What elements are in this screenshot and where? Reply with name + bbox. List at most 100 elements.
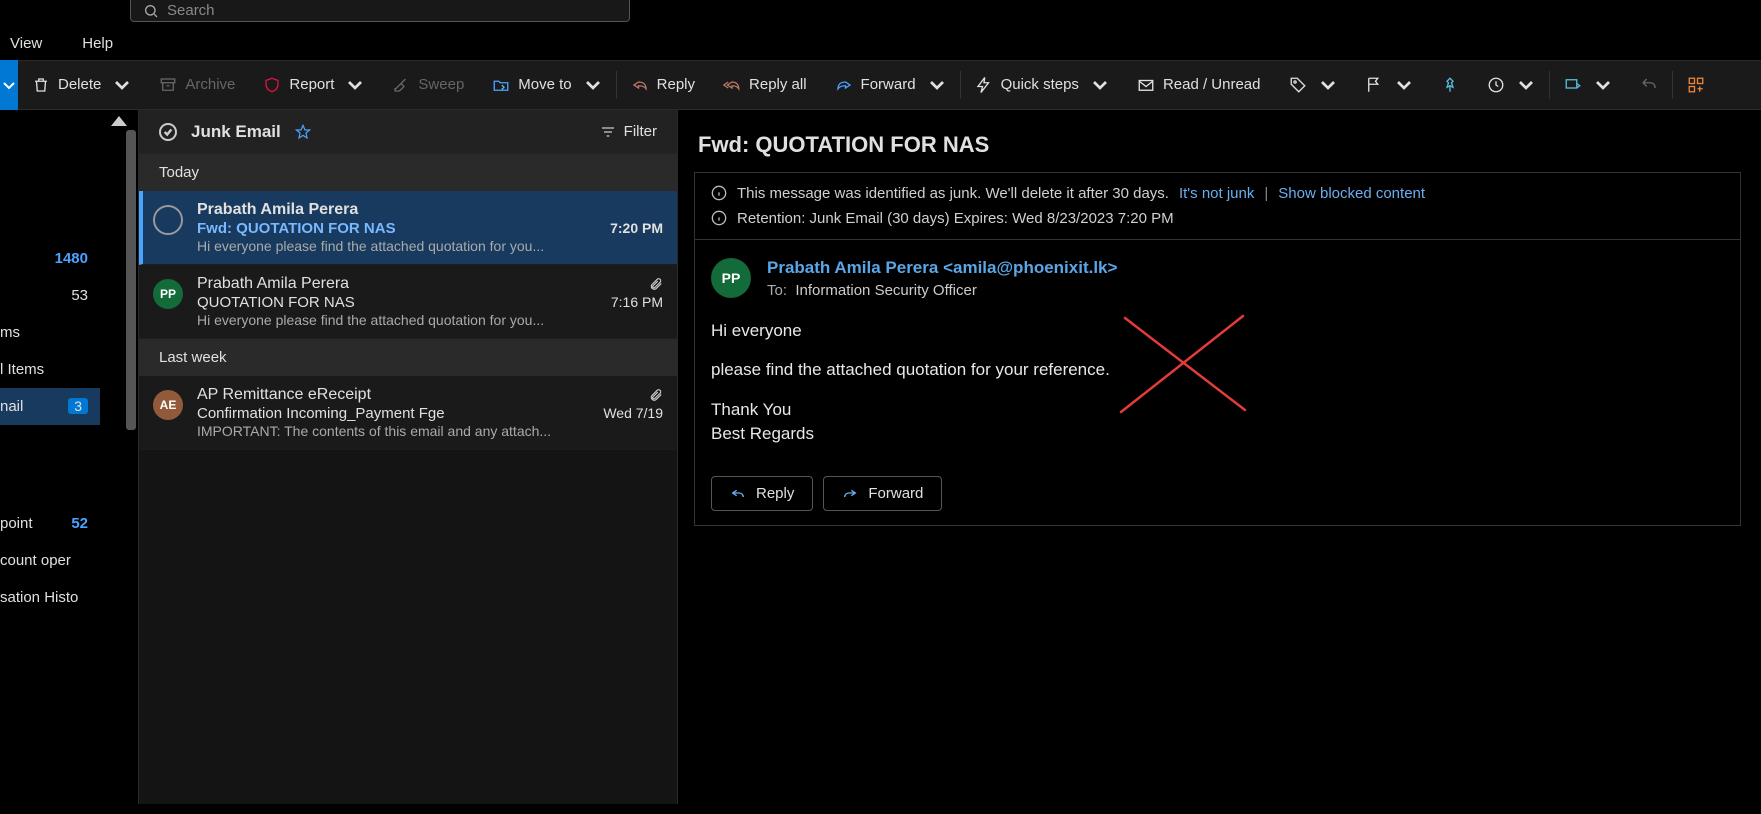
message-card: PP Prabath Amila Perera <amila@phoenixit… — [694, 240, 1741, 526]
info-banner: This message was identified as junk. We'… — [694, 172, 1741, 240]
info-icon — [711, 185, 727, 201]
sweep-icon — [392, 76, 410, 94]
read-unread-button[interactable]: Read / Unread — [1123, 60, 1275, 110]
subject: Fwd: QUOTATION FOR NAS — [197, 220, 396, 237]
menu-view[interactable]: View — [10, 35, 42, 52]
list-header: Junk Email Filter — [139, 110, 677, 154]
menu-help[interactable]: Help — [82, 35, 113, 52]
group-header: Today — [139, 154, 677, 191]
message-item[interactable]: PP Prabath Amila Perera QUOTATION FOR NA… — [139, 265, 677, 339]
rules-button[interactable] — [1550, 60, 1626, 110]
rules-icon — [1564, 76, 1582, 94]
chevron-down-icon — [928, 76, 946, 94]
time: 7:16 PM — [611, 294, 663, 310]
group-header: Last week — [139, 339, 677, 376]
chevron-down-icon — [1091, 76, 1109, 94]
message-body: Hi everyone please find the attached quo… — [711, 319, 1724, 446]
nav-item-inbox[interactable]: 1480 — [0, 240, 100, 277]
bolt-icon — [975, 76, 993, 94]
collapse-up-icon[interactable] — [111, 116, 127, 126]
chevron-down-icon — [1319, 76, 1337, 94]
menubar: View Help — [0, 27, 1761, 60]
message-list: Junk Email Filter Today Prabath Amila Pe… — [138, 110, 678, 804]
nav-item-6[interactable]: point52 — [0, 505, 100, 542]
nav-item-2[interactable]: ms — [0, 314, 100, 351]
delete-button[interactable]: Delete — [18, 60, 145, 110]
forward-button[interactable]: Forward — [821, 60, 960, 110]
tag-icon — [1289, 76, 1307, 94]
sender: Prabath Amila Perera — [197, 201, 358, 219]
chevron-down-icon — [1395, 76, 1413, 94]
apps-button[interactable] — [1673, 60, 1719, 110]
snooze-button[interactable] — [1473, 60, 1549, 110]
forward-icon — [842, 485, 858, 501]
folder-move-icon — [492, 76, 510, 94]
flag-button[interactable] — [1351, 60, 1427, 110]
chevron-down-icon — [346, 76, 364, 94]
message-item[interactable]: AE AP Remittance eReceipt Confirmation I… — [139, 376, 677, 450]
tag-button[interactable] — [1275, 60, 1351, 110]
avatar: PP — [153, 279, 183, 309]
pin-icon — [1441, 76, 1459, 94]
clock-icon — [1487, 76, 1505, 94]
apps-icon — [1687, 76, 1705, 94]
pin-button[interactable] — [1427, 60, 1473, 110]
forward-action-button[interactable]: Forward — [823, 476, 942, 511]
reply-icon — [730, 485, 746, 501]
nav-item-3[interactable]: l Items — [0, 351, 100, 388]
to-line: To: Information Security Officer — [767, 282, 1117, 299]
toolbar-expand[interactable] — [0, 60, 18, 110]
info-icon — [711, 210, 727, 226]
flag-icon — [1365, 76, 1383, 94]
subject: QUOTATION FOR NAS — [197, 294, 355, 311]
chevron-down-icon — [113, 76, 131, 94]
sender: AP Remittance eReceipt — [197, 386, 371, 404]
move-to-button[interactable]: Move to — [478, 60, 615, 110]
envelope-icon — [1137, 76, 1155, 94]
show-blocked-link[interactable]: Show blocked content — [1278, 185, 1425, 202]
attachment-icon — [649, 277, 663, 291]
from-line: Prabath Amila Perera <amila@phoenixit.lk… — [767, 258, 1117, 278]
scrollbar[interactable] — [126, 130, 136, 430]
search-input[interactable]: Search — [130, 0, 630, 22]
nav-item-1[interactable]: 53 — [0, 277, 100, 314]
not-junk-link[interactable]: It's not junk — [1179, 185, 1254, 202]
sender: Prabath Amila Perera — [197, 275, 349, 293]
reply-action-button[interactable]: Reply — [711, 476, 813, 511]
star-icon[interactable] — [295, 124, 311, 140]
sweep-button[interactable]: Sweep — [378, 60, 478, 110]
folder-title: Junk Email — [191, 122, 281, 142]
message-title: Fwd: QUOTATION FOR NAS — [698, 132, 1741, 158]
reply-icon — [631, 76, 649, 94]
search-icon — [143, 3, 159, 19]
preview: Hi everyone please find the attached quo… — [197, 238, 663, 254]
subject: Confirmation Incoming_Payment Fge — [197, 405, 445, 422]
nav-item-junk[interactable]: nail3 — [0, 388, 100, 425]
quick-steps-button[interactable]: Quick steps — [961, 60, 1123, 110]
sender-avatar: PP — [711, 258, 751, 298]
reply-button[interactable]: Reply — [617, 60, 709, 110]
archive-button[interactable]: Archive — [145, 60, 249, 110]
reply-all-button[interactable]: Reply all — [709, 60, 821, 110]
chevron-down-icon — [1517, 76, 1535, 94]
reply-all-icon — [723, 76, 741, 94]
toolbar: Delete Archive Report Sweep Move to Repl… — [0, 60, 1761, 110]
archive-icon — [159, 76, 177, 94]
chevron-down-icon — [584, 76, 602, 94]
report-button[interactable]: Report — [249, 60, 378, 110]
filter-icon — [600, 124, 616, 140]
select-all-checkbox[interactable] — [159, 123, 177, 141]
nav-item-7[interactable]: count oper — [0, 542, 100, 579]
attachment-icon — [649, 388, 663, 402]
folder-nav: 1480 53 ms l Items nail3 point52 count o… — [0, 110, 100, 804]
filter-button[interactable]: Filter — [600, 123, 657, 140]
nav-item-8[interactable]: sation Histo — [0, 579, 100, 616]
preview: Hi everyone please find the attached quo… — [197, 312, 663, 328]
retention-text: Retention: Junk Email (30 days) Expires:… — [737, 210, 1174, 227]
undo-icon — [1640, 76, 1658, 94]
forward-icon — [835, 76, 853, 94]
trash-icon — [32, 76, 50, 94]
undo-button[interactable] — [1626, 60, 1672, 110]
avatar — [153, 205, 183, 235]
message-item[interactable]: Prabath Amila Perera Fwd: QUOTATION FOR … — [139, 191, 677, 265]
